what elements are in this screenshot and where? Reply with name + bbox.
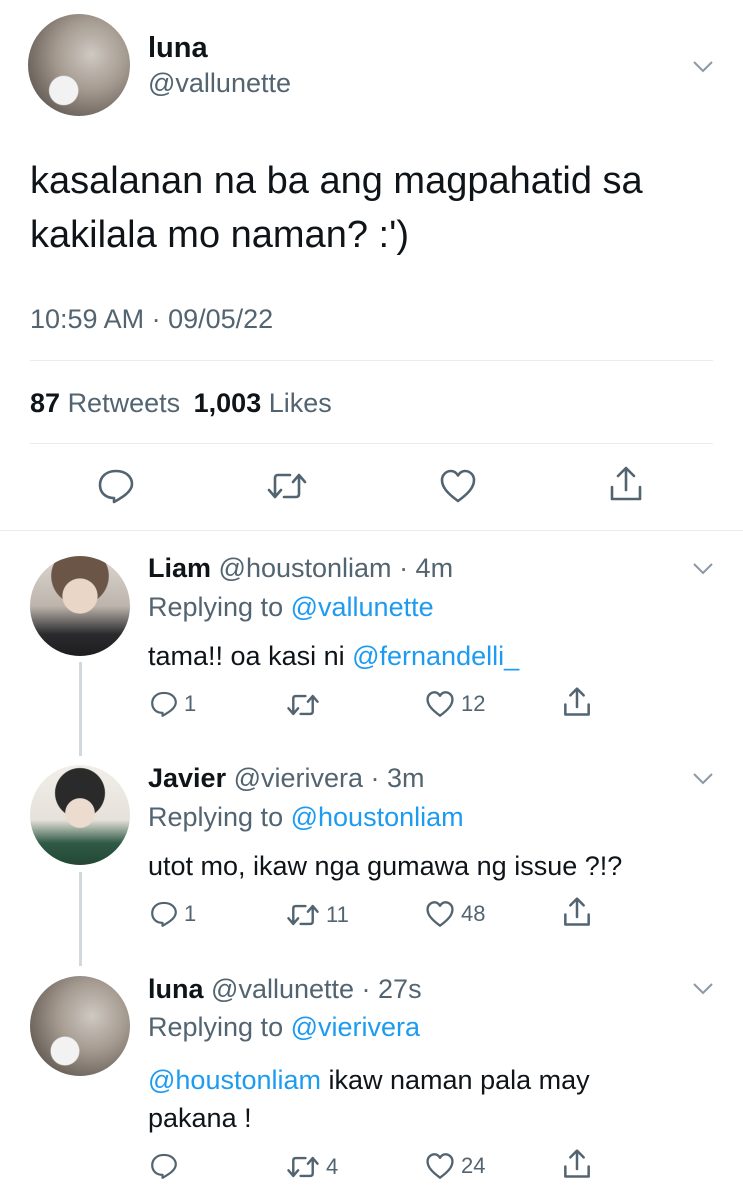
replying-to-link[interactable]: @houstonliam <box>291 802 464 832</box>
avatar[interactable] <box>30 765 130 865</box>
reply-time[interactable]: · 3m <box>371 763 425 793</box>
replying-prefix: Replying to <box>148 802 284 832</box>
share-icon <box>564 1149 590 1178</box>
retweet-button[interactable]: 11 <box>286 902 349 928</box>
avatar[interactable] <box>30 976 130 1076</box>
reply-time[interactable]: · 4m <box>399 553 453 583</box>
reply-count: 1 <box>184 691 197 716</box>
replying-to-link[interactable]: @vierivera <box>291 1012 420 1042</box>
retweet-count: 11 <box>326 902 349 927</box>
like-button[interactable]: 24 <box>425 1152 485 1180</box>
reply-icon <box>151 691 177 717</box>
chevron-down-icon[interactable] <box>692 562 714 576</box>
replying-to: Replying to @vallunette <box>148 592 434 623</box>
display-name[interactable]: luna <box>148 32 208 65</box>
retweet-count: 4 <box>326 1154 339 1179</box>
mention-link[interactable]: @houstonliam <box>148 1065 321 1095</box>
reply-icon <box>151 901 177 927</box>
replying-prefix: Replying to <box>148 592 284 622</box>
likes-count[interactable]: 1,003 <box>194 388 262 418</box>
avatar[interactable] <box>28 14 130 116</box>
reply-text-body: tama!! oa kasi ni <box>148 641 353 671</box>
chevron-down-icon[interactable] <box>692 982 714 996</box>
divider <box>30 443 713 444</box>
retweets-count[interactable]: 87 <box>30 388 60 418</box>
handle[interactable]: @vallunette <box>211 974 354 1004</box>
reply-header: Javier @vierivera · 3m <box>148 763 425 794</box>
like-count: 24 <box>461 1153 486 1178</box>
reply-text: @houstonliam ikaw naman pala may pakana ! <box>148 1061 590 1137</box>
retweet-icon <box>287 904 319 926</box>
reply-text: tama!! oa kasi ni @fernandelli_ <box>148 641 519 672</box>
heart-icon <box>440 469 476 503</box>
retweet-button[interactable]: 4 <box>286 1154 338 1180</box>
handle[interactable]: @vallunette <box>148 68 291 99</box>
share-button[interactable] <box>562 686 592 718</box>
share-button[interactable] <box>562 896 592 928</box>
divider <box>0 530 743 531</box>
replying-to: Replying to @vierivera <box>148 1012 420 1043</box>
likes-label[interactable]: Likes <box>269 388 332 418</box>
engagement-stats: 87 Retweets 1,003 Likes <box>30 388 332 419</box>
handle[interactable]: @houstonliam <box>219 553 392 583</box>
reply-icon <box>98 469 134 504</box>
reply-button[interactable] <box>97 468 135 504</box>
replying-to-link[interactable]: @vallunette <box>291 592 434 622</box>
reply-text-body: pakana ! <box>148 1103 252 1133</box>
reply-count: 1 <box>184 901 197 926</box>
timestamp[interactable]: 10:59 AM · 09/05/22 <box>30 304 273 335</box>
display-name[interactable]: luna <box>148 974 204 1004</box>
heart-icon <box>426 1153 454 1179</box>
retweet-button[interactable] <box>266 470 308 502</box>
replying-to: Replying to @houstonliam <box>148 802 464 833</box>
share-icon <box>564 897 590 926</box>
share-icon <box>564 687 590 716</box>
chevron-down-icon[interactable] <box>692 772 714 786</box>
like-button[interactable] <box>439 468 477 504</box>
display-name[interactable]: Liam <box>148 553 211 583</box>
reply-button[interactable]: 1 <box>150 900 196 928</box>
thread-line <box>79 662 82 756</box>
reply-button[interactable]: 1 <box>150 690 196 718</box>
retweet-icon <box>267 473 307 499</box>
avatar[interactable] <box>30 556 130 656</box>
display-name[interactable]: Javier <box>148 763 226 793</box>
divider <box>30 360 713 361</box>
reply-text-body: ikaw naman pala may <box>321 1065 590 1095</box>
reply-text: utot mo, ikaw nga gumawa ng issue ?!? <box>148 851 623 881</box>
heart-icon <box>426 691 454 717</box>
retweet-icon <box>287 1156 319 1178</box>
tweet-text-line: kakilala mo naman? :') <box>30 214 409 256</box>
retweet-button[interactable] <box>286 692 326 718</box>
tweet-text: kasalanan na ba ang magpahatid sa kakila… <box>30 154 643 262</box>
heart-icon <box>426 901 454 927</box>
reply-header: luna @vallunette · 27s <box>148 974 422 1005</box>
thread-line <box>79 872 82 966</box>
share-icon <box>610 466 642 501</box>
handle[interactable]: @vierivera <box>234 763 363 793</box>
share-button[interactable] <box>608 465 644 503</box>
like-button[interactable]: 12 <box>425 690 485 718</box>
retweets-label[interactable]: Retweets <box>68 388 181 418</box>
share-button[interactable] <box>562 1148 592 1180</box>
tweet-text-line: kasalanan na ba ang magpahatid sa <box>30 160 643 202</box>
replying-prefix: Replying to <box>148 1012 284 1042</box>
like-count: 12 <box>461 691 486 716</box>
retweet-icon <box>287 694 319 716</box>
reply-time[interactable]: · 27s <box>362 974 422 1004</box>
like-count: 48 <box>461 901 486 926</box>
mention-link[interactable]: @fernandelli_ <box>352 641 519 671</box>
like-button[interactable]: 48 <box>425 900 485 928</box>
reply-icon <box>151 1153 177 1179</box>
reply-button[interactable] <box>150 1152 184 1180</box>
reply-header: Liam @houstonliam · 4m <box>148 553 453 584</box>
chevron-down-icon[interactable] <box>692 60 714 74</box>
